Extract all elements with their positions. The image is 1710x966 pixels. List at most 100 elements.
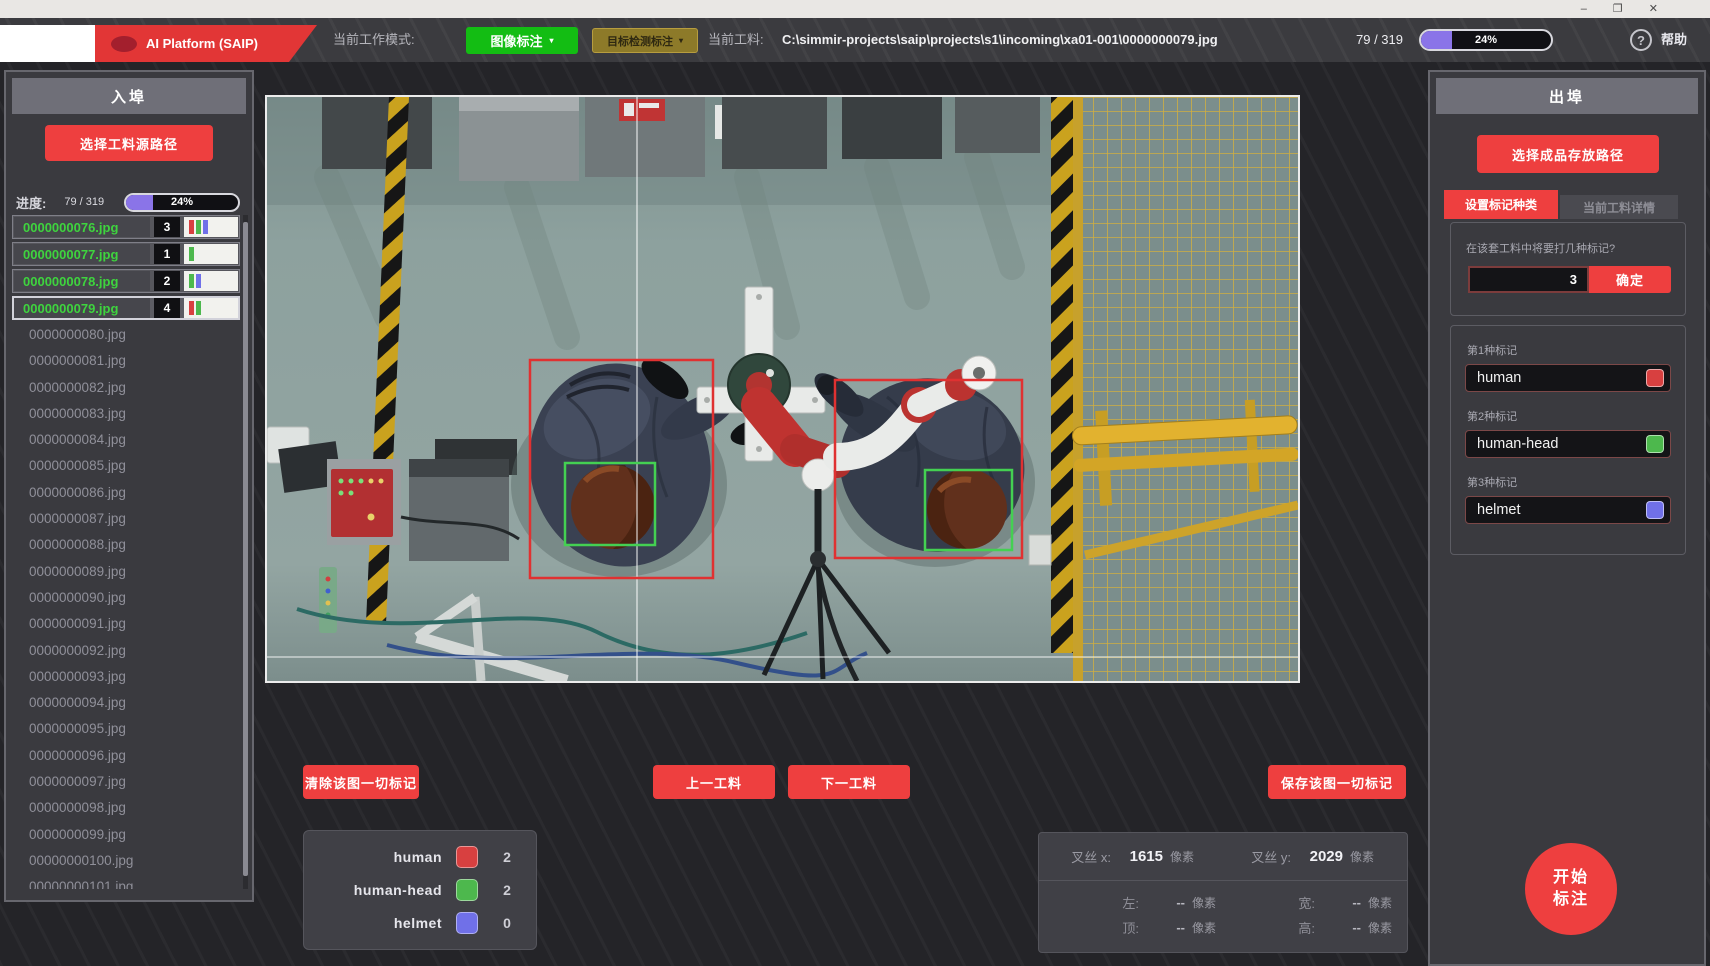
legend-label: human-head [320,882,442,898]
help-icon[interactable]: ? [1630,29,1652,51]
label-name-value: human-head [1477,436,1646,452]
box-width-value: -- [1315,895,1361,910]
app-window: – ❐ ✕ AI Platform (SAIP) 当前工作模式: 图像标注 ▾ … [0,0,1710,966]
legend-row: human-head2 [320,879,520,901]
top-progress-percent: 24% [1421,31,1551,49]
pixel-unit: 像素 [1361,894,1401,911]
input-panel-title: 入埠 [12,78,246,114]
coordinate-readout: 叉丝 x: 1615 像素 叉丝 y: 2029 像素 左: -- 像素 宽: … [1038,832,1408,953]
file-item[interactable]: 0000000093.jpg [12,665,240,688]
annotation-count-badge: 3 [154,217,180,237]
label-count-box: 在该套工料中将要打几种标记? 3 确定 [1450,222,1686,316]
top-progress-bar: 24% [1419,29,1553,51]
pixel-unit: 像素 [1163,848,1203,865]
file-item[interactable]: 0000000089.jpg [12,560,240,583]
file-item[interactable]: 0000000092.jpg [12,639,240,662]
file-item[interactable]: 0000000080.jpg [12,323,240,346]
file-item[interactable]: 0000000083.jpg [12,402,240,425]
label-name-input[interactable]: helmet [1465,496,1671,524]
app-topbar: AI Platform (SAIP) 当前工作模式: 图像标注 ▾ 目标检测标注… [0,18,1710,62]
start-annotation-button[interactable]: 开始 标注 [1525,843,1617,935]
file-item[interactable]: 0000000085.jpg [12,454,240,477]
cross-y-value: 2029 [1291,848,1343,865]
progress-label: 进度: [16,193,46,212]
file-item[interactable]: 0000000099.jpg [12,823,240,846]
label-name-input[interactable]: human [1465,364,1671,392]
help-label[interactable]: 帮助 [1661,18,1687,62]
file-item[interactable]: 0000000081.jpg [12,349,240,372]
app-brand: AI Platform (SAIP) [95,25,317,62]
file-item-selected[interactable]: 0000000079.jpg4 [12,296,240,320]
next-item-button[interactable]: 下一工料 [788,765,910,799]
start-annotation-line2: 标注 [1553,889,1589,911]
legend-count: 0 [494,915,520,931]
legend-color-swatch [456,912,478,934]
label-color-swatch[interactable] [1646,435,1664,453]
box-width-label: 宽: [1225,893,1315,912]
annotation-mini-chart [184,271,238,291]
work-mode-label: 当前工作模式: [333,18,415,62]
legend-row: human2 [320,846,520,868]
annotation-mini-chart [184,298,238,318]
file-item[interactable]: 0000000088.jpg [12,533,240,556]
file-item[interactable]: 0000000097.jpg [12,770,240,793]
label-name-input[interactable]: human-head [1465,430,1671,458]
scrollbar-thumb[interactable] [243,222,248,876]
file-item[interactable]: 0000000086.jpg [12,481,240,504]
file-item[interactable]: 0000000090.jpg [12,586,240,609]
mode-detection-annotation-button[interactable]: 目标检测标注 ▾ [592,28,698,53]
confirm-button[interactable]: 确定 [1589,266,1671,293]
label-count-input[interactable]: 3 [1468,266,1589,293]
label-count-question: 在该套工料中将要打几种标记? [1466,240,1673,256]
label-name-value: helmet [1477,502,1646,518]
label-color-swatch[interactable] [1646,501,1664,519]
file-item-annotated[interactable]: 0000000076.jpg3 [12,215,240,239]
legend-label: human [320,849,442,865]
file-item[interactable]: 0000000082.jpg [12,376,240,399]
tab-set-label-types[interactable]: 设置标记种类 [1444,190,1558,219]
file-item[interactable]: 00000000101.jpg [12,875,240,889]
input-progress-bar: 24% [124,193,240,212]
file-item[interactable]: 0000000094.jpg [12,691,240,714]
restore-icon[interactable]: ❐ [1613,4,1623,15]
input-progress-percent: 24% [126,195,238,210]
cross-x-label: 叉丝 x: [1039,847,1111,866]
box-left-label: 左: [1039,893,1139,912]
file-item[interactable]: 0000000095.jpg [12,717,240,740]
progress-count: 79 / 319 [64,196,104,208]
clear-annotations-button[interactable]: 清除该图一切标记 [303,765,419,799]
label-type-title: 第2种标记 [1467,408,1685,424]
save-annotations-button[interactable]: 保存该图一切标记 [1268,765,1406,799]
file-item[interactable]: 0000000084.jpg [12,428,240,451]
box-height-value: -- [1315,920,1361,935]
current-file-path: C:\simmir-projects\saip\projects\s1\inco… [782,18,1218,62]
box-readout-grid: 左: -- 像素 宽: -- 像素 顶: -- 像素 高: -- 像素 [1039,881,1407,940]
annotation-canvas[interactable] [265,95,1300,683]
file-item-annotated[interactable]: 0000000077.jpg1 [12,242,240,266]
file-item-annotated[interactable]: 0000000078.jpg2 [12,269,240,293]
label-color-swatch[interactable] [1646,369,1664,387]
previous-item-button[interactable]: 上一工料 [653,765,775,799]
pixel-unit: 像素 [1185,919,1225,936]
current-file-label: 当前工料: [708,18,764,62]
output-panel-title: 出埠 [1436,78,1698,114]
file-item[interactable]: 0000000087.jpg [12,507,240,530]
annotation-count-badge: 2 [154,271,180,291]
start-annotation-line1: 开始 [1553,867,1589,889]
file-name: 0000000076.jpg [14,217,150,237]
file-list-scrollbar[interactable] [243,215,248,889]
mode-image-annotation-button[interactable]: 图像标注 ▾ [466,27,578,54]
minimize-icon[interactable]: – [1581,4,1587,15]
file-item[interactable]: 00000000100.jpg [12,849,240,872]
select-output-path-button[interactable]: 选择成品存放路径 [1477,135,1659,173]
tab-current-item-details[interactable]: 当前工料详情 [1560,195,1678,219]
annotation-legend: human2human-head2helmet0 [303,830,537,950]
close-icon[interactable]: ✕ [1649,4,1658,15]
select-source-path-button[interactable]: 选择工料源路径 [45,125,213,161]
file-item[interactable]: 0000000096.jpg [12,744,240,767]
workshop-photo[interactable] [267,97,1298,681]
file-item[interactable]: 0000000091.jpg [12,612,240,635]
annotation-mini-chart [184,244,238,264]
pixel-unit: 像素 [1343,848,1383,865]
file-item[interactable]: 0000000098.jpg [12,796,240,819]
